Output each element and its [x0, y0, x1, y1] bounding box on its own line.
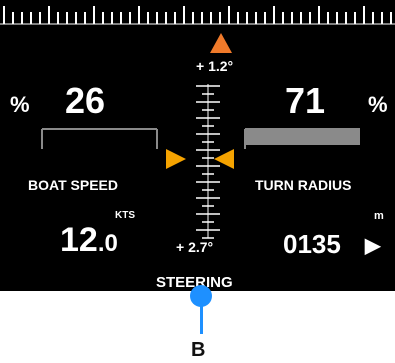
turn-radius-arrow-icon: ▶ [365, 235, 381, 257]
boat-speed-value-main: 12 [60, 221, 98, 259]
callout-label: B [191, 339, 206, 361]
turn-radius-value: 0135 [283, 229, 341, 259]
heading-bottom-offset: + 2.7° [176, 239, 214, 255]
steering-left-marker-icon [166, 149, 186, 169]
boat-speed-percent-symbol: % [10, 92, 30, 117]
boat-speed-label: BOAT SPEED [28, 177, 118, 193]
turn-radius-bar [244, 128, 360, 149]
turn-radius-percent: 71 [285, 80, 326, 121]
turn-radius-bar-fill [246, 129, 360, 145]
boat-speed-unit: KTS [115, 210, 135, 221]
heading-top-offset: + 1.2° [196, 58, 234, 74]
boat-speed-percent: 26 [65, 80, 106, 121]
turn-radius-label: TURN RADIUS [255, 177, 352, 193]
boat-speed-value: 12.0 [60, 221, 118, 260]
heading-ruler [0, 6, 395, 25]
turn-radius-unit: m [374, 210, 384, 222]
heading-pointer-icon [210, 33, 232, 53]
boat-speed-bar [41, 128, 158, 149]
steering-display: + 1.2° % 26 BOAT SPEED KTS 12.0 71 % TUR… [0, 0, 395, 291]
callout-marker [190, 285, 212, 307]
turn-radius-percent-symbol: % [368, 92, 388, 117]
steering-right-marker-icon [214, 149, 234, 169]
boat-speed-value-decimal: .0 [97, 230, 118, 257]
